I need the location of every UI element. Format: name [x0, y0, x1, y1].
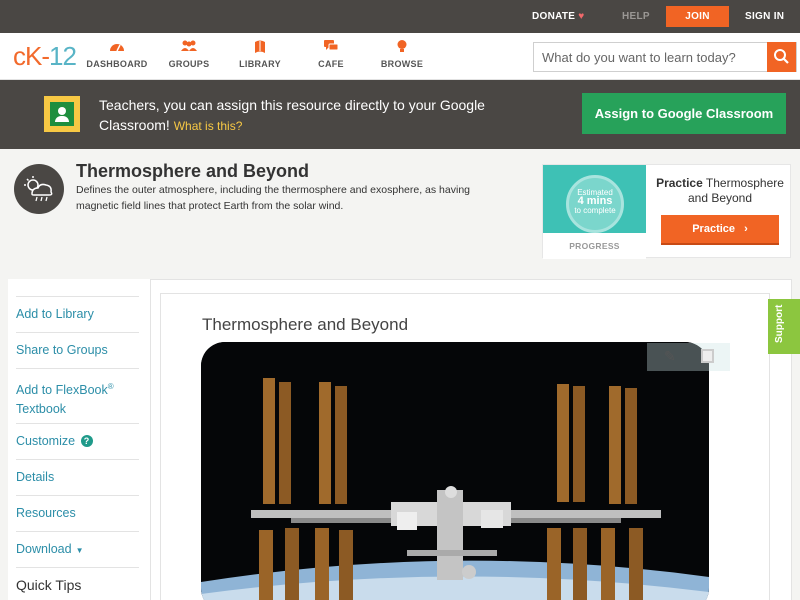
estimated-time-badge: Estimated 4 mins to complete [566, 175, 624, 233]
chevron-right-icon: › [744, 223, 748, 235]
help-link[interactable]: HELP [622, 0, 650, 33]
practice-title: Practice Thermosphere and Beyond [656, 176, 784, 205]
assign-google-classroom-button[interactable]: Assign to Google Classroom [582, 93, 786, 134]
heart-icon: ♥ [578, 11, 585, 22]
weather-cloud-icon [14, 164, 64, 214]
sidebar-details[interactable]: Details [16, 459, 139, 487]
page-description: Defines the outer atmosphere, including … [76, 184, 470, 212]
cafe-icon [296, 39, 366, 57]
search-button[interactable] [767, 42, 796, 72]
sidebar-share-to-groups[interactable]: Share to Groups [16, 332, 139, 360]
sidebar-download[interactable]: Download ▼ [16, 531, 139, 560]
sidebar-add-to-flexbook[interactable]: Add to FlexBook® Textbook [16, 368, 139, 419]
search-icon [774, 49, 789, 64]
join-button[interactable]: JOIN [666, 6, 729, 27]
nav-browse[interactable]: BROWSE [367, 39, 437, 69]
what-is-this-link[interactable]: What is this? [174, 119, 243, 133]
nav-dashboard[interactable]: DASHBOARD [82, 39, 152, 69]
practice-card: Estimated 4 mins to complete PROGRESS Pr… [542, 164, 791, 259]
donate-link[interactable]: DONATE ♥ [532, 0, 585, 33]
banner-text: Teachers, you can assign this resource d… [99, 97, 485, 133]
ck12-logo[interactable]: cK-12 [13, 42, 77, 70]
progress-box: Estimated 4 mins to complete PROGRESS [543, 165, 646, 259]
google-classroom-icon [44, 96, 80, 132]
main-nav: cK-12 DASHBOARD GROUPS LIBRARY CAFE BROW… [0, 33, 800, 80]
nav-library[interactable]: LIBRARY [225, 39, 295, 69]
pencil-icon[interactable]: ✎ [664, 348, 676, 365]
page-title: Thermosphere and Beyond [76, 161, 310, 181]
content-toolbar: ✎ [647, 343, 730, 371]
sidebar-add-to-library[interactable]: Add to Library [16, 296, 139, 324]
sidebar: Add to Library Share to Groups Add to Fl… [8, 279, 151, 600]
browse-icon [367, 39, 437, 57]
sidebar-customize[interactable]: Customize ? [16, 423, 139, 451]
search-box [533, 42, 797, 72]
space-station-image [201, 342, 709, 600]
support-tab[interactable]: Support [768, 299, 800, 354]
library-icon [225, 39, 295, 57]
sidebar-resources[interactable]: Resources [16, 495, 139, 523]
sign-in-link[interactable]: SIGN IN [745, 0, 784, 33]
dashboard-icon [82, 39, 152, 57]
content-title: Thermosphere and Beyond [202, 315, 409, 334]
help-question-icon[interactable]: ? [80, 435, 93, 447]
practice-button[interactable]: Practice › [661, 215, 779, 245]
caret-down-icon: ▼ [75, 546, 84, 555]
search-input[interactable] [534, 43, 770, 71]
sidebar-quick-tips: Quick Tips [16, 567, 139, 595]
groups-icon [154, 39, 224, 57]
notes-icon[interactable] [701, 349, 714, 363]
top-bar: DONATE ♥ HELP JOIN SIGN IN [0, 0, 800, 33]
nav-cafe[interactable]: CAFE [296, 39, 366, 69]
progress-label: PROGRESS [569, 241, 620, 251]
nav-groups[interactable]: GROUPS [154, 39, 224, 69]
